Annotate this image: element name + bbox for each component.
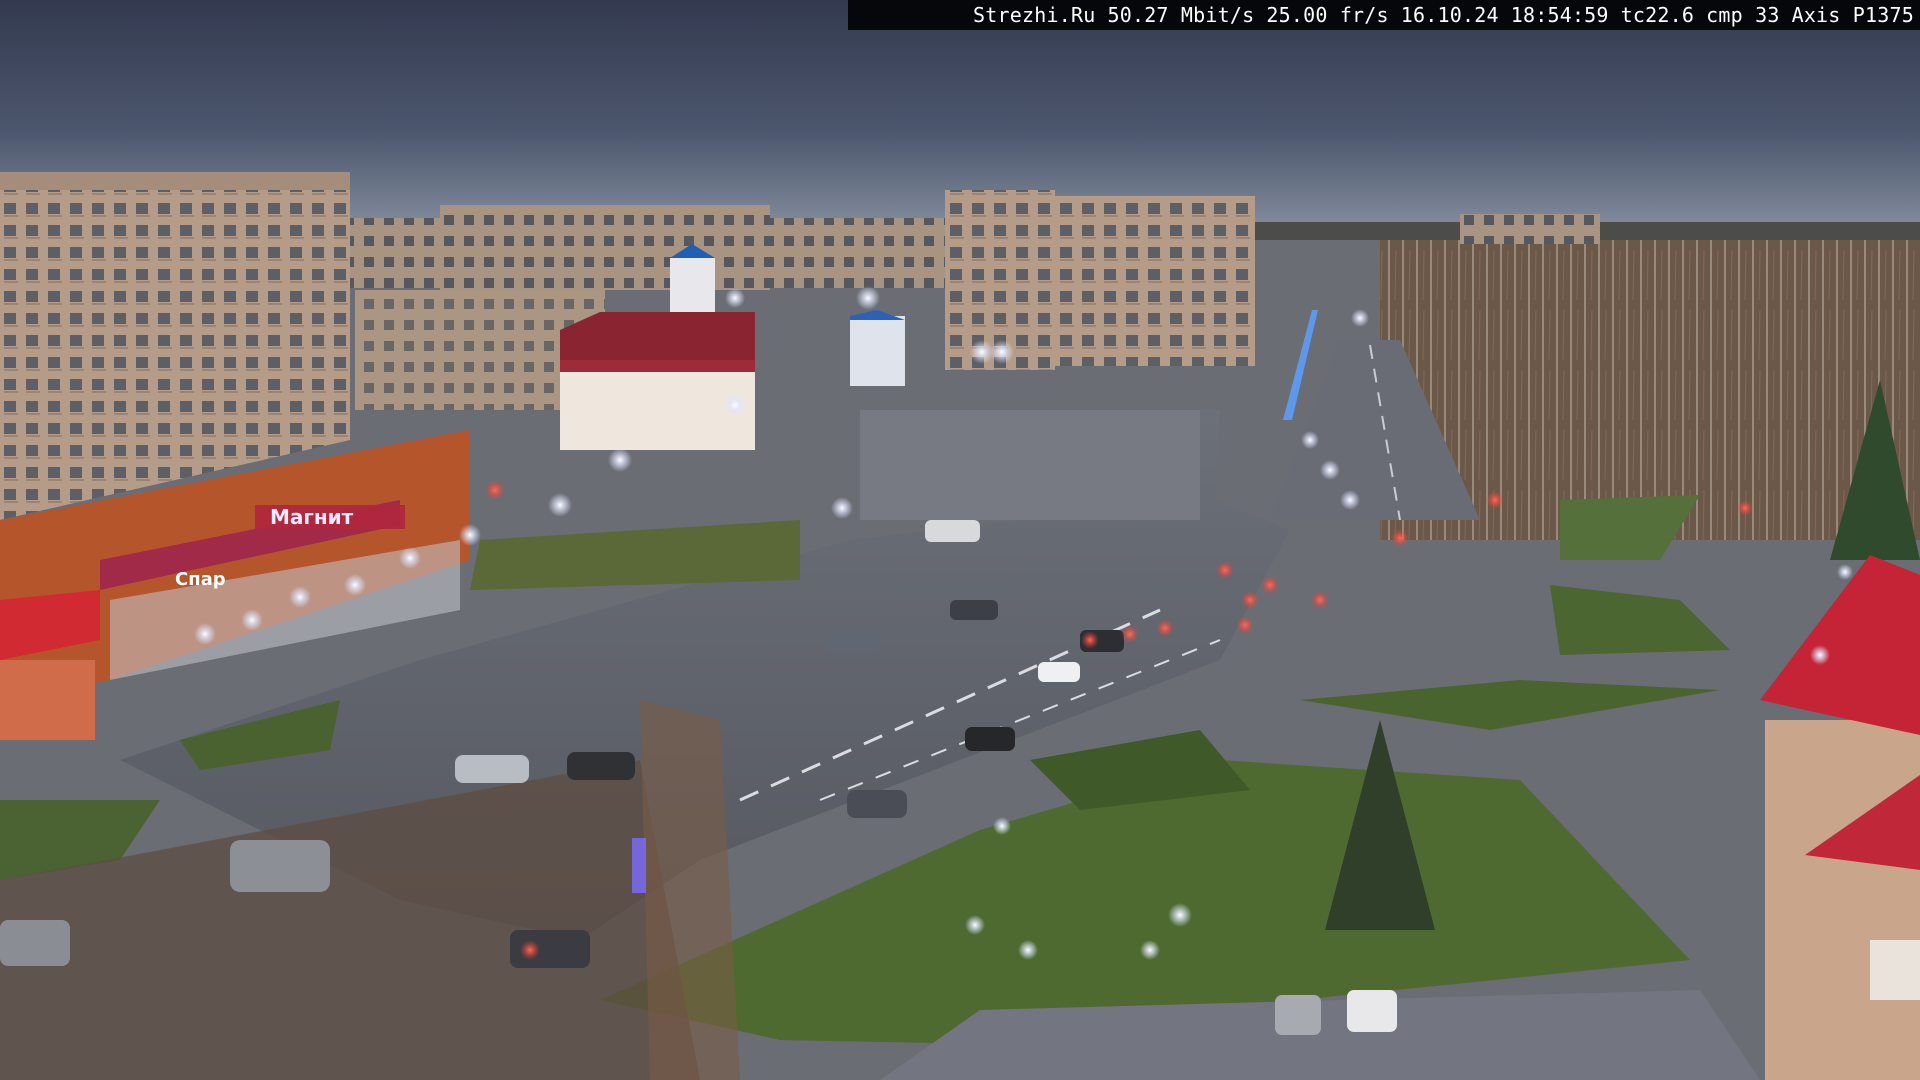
- plaza: [860, 410, 1200, 520]
- camera-osd-overlay: Strezhi.Ru 50.27 Mbit/s 25.00 fr/s 16.10.24…: [848, 0, 1920, 30]
- osd-camera-model: Axis P1375: [1791, 3, 1914, 27]
- store-logo-text-2: Спар: [175, 569, 226, 590]
- osd-framerate: 25.00 fr/s: [1266, 3, 1389, 27]
- blue-roof-pavilion: [850, 316, 905, 386]
- osd-time: 18:54:59: [1510, 3, 1609, 27]
- far-apartment-block-2: [440, 205, 770, 290]
- maroon-roof: [560, 312, 755, 360]
- camera-frame: Магнит Спар: [0, 0, 1920, 1080]
- white-tower: [670, 258, 715, 314]
- osd-date: 16.10.24: [1400, 3, 1499, 27]
- distant-building: [1460, 214, 1600, 244]
- osd-site: Strezhi.Ru: [973, 3, 1096, 27]
- osd-tc: tc22.6: [1620, 3, 1695, 27]
- osd-bitrate: 50.27 Mbit/s: [1107, 3, 1255, 27]
- store-logo-text: Магнит: [270, 505, 354, 529]
- scene-svg: Магнит Спар: [0, 0, 1920, 1080]
- corner-building: [1765, 720, 1920, 1080]
- osd-cmp: cmp 33: [1706, 3, 1780, 27]
- tall-apartment-block-2: [1055, 196, 1255, 366]
